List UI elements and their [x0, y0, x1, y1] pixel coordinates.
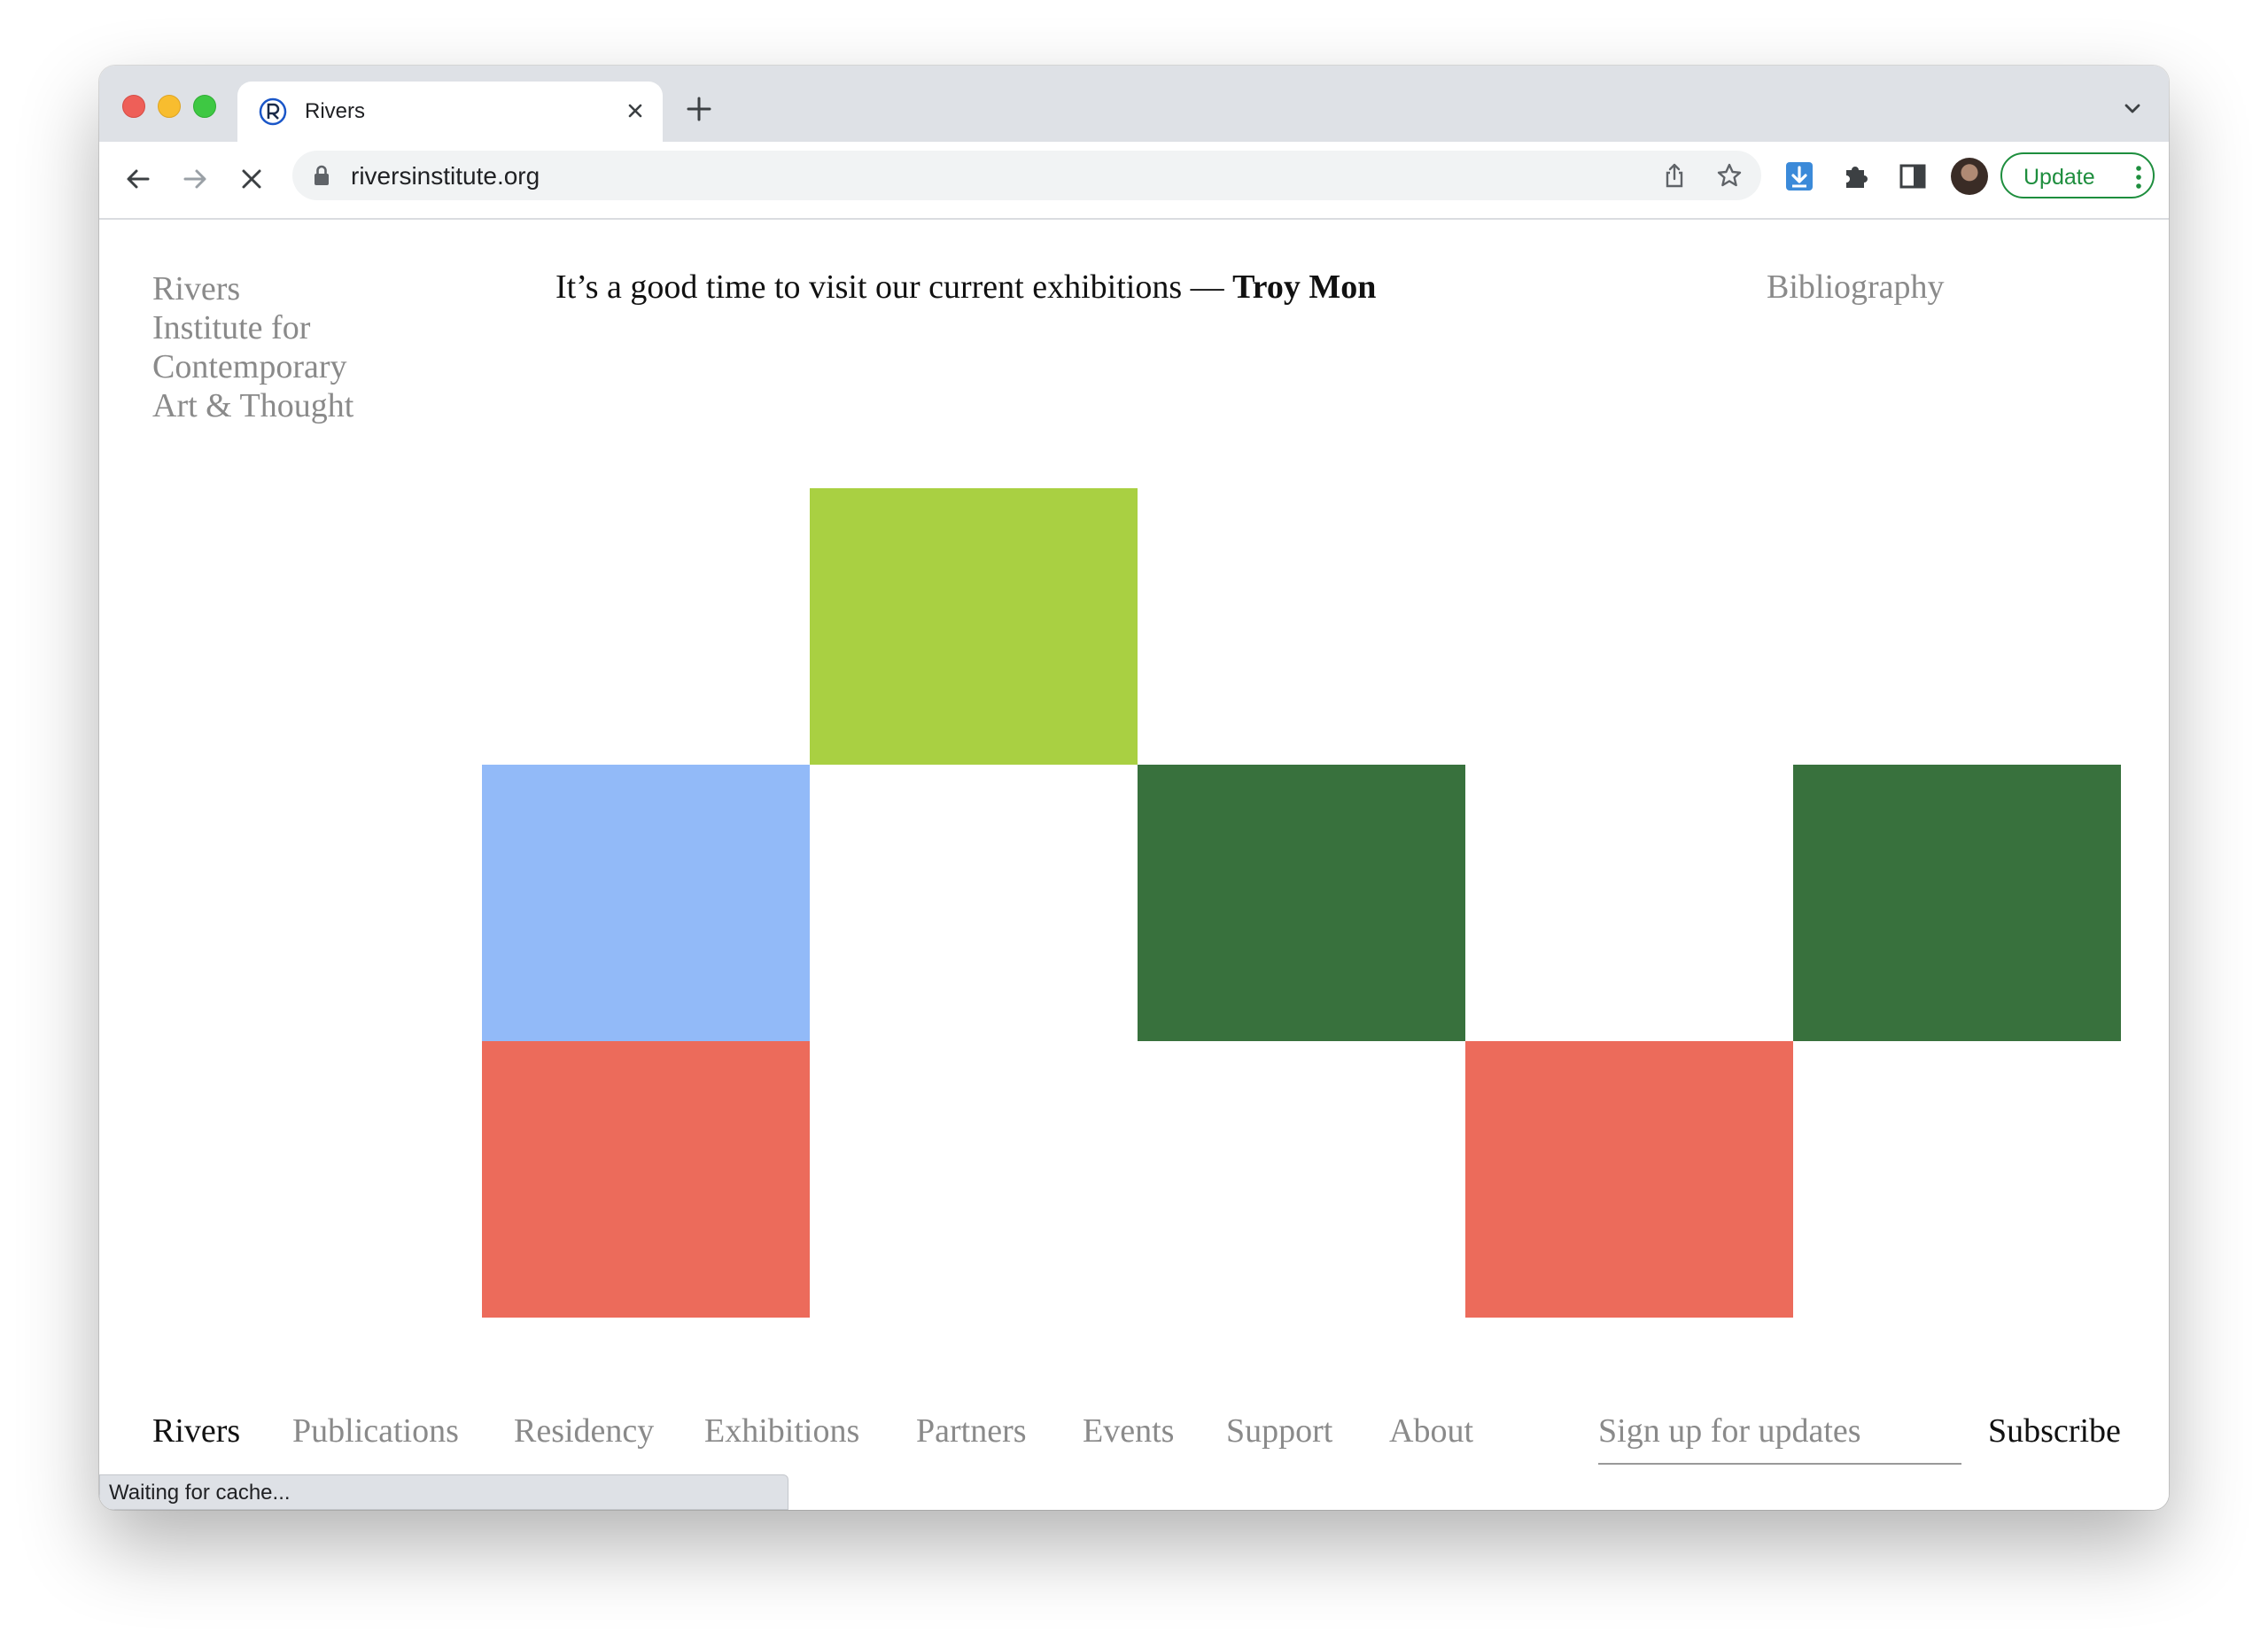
nav-item-publications[interactable]: Publications	[292, 1412, 459, 1450]
new-tab-icon[interactable]	[684, 94, 714, 124]
update-label: Update	[2023, 165, 2095, 190]
signup-email-input[interactable]: Sign up for updates	[1598, 1412, 1961, 1465]
dark-green-block[interactable]	[1138, 765, 1465, 1041]
subscribe-button[interactable]: Subscribe	[1988, 1412, 2121, 1450]
address-bar[interactable]: riversinstitute.org	[292, 151, 1761, 200]
bookmark-star-icon[interactable]	[1715, 161, 1744, 190]
lime-block[interactable]	[810, 488, 1138, 765]
maximize-window-button[interactable]	[193, 95, 216, 118]
nav-item-partners[interactable]: Partners	[916, 1412, 1027, 1450]
headline[interactable]: It’s a good time to visit our current ex…	[555, 268, 1376, 307]
url-text[interactable]: riversinstitute.org	[351, 162, 540, 191]
coral-block[interactable]	[1465, 1041, 1793, 1318]
close-window-button[interactable]	[122, 95, 145, 118]
logo-line: Art & Thought	[152, 387, 354, 424]
nav-item-exhibitions[interactable]: Exhibitions	[704, 1412, 859, 1450]
dark-green-block[interactable]	[1793, 765, 2121, 1041]
nav-item-support[interactable]: Support	[1226, 1412, 1332, 1450]
nav-item-about[interactable]: About	[1389, 1412, 1473, 1450]
lock-icon[interactable]	[310, 163, 333, 188]
logo-line: Institute for	[152, 309, 311, 346]
update-button[interactable]: Update	[2000, 152, 2155, 198]
minimize-window-button[interactable]	[158, 95, 181, 118]
site-logo[interactable]: Rivers Institute for Contemporary Art & …	[152, 269, 400, 425]
status-bar: Waiting for cache...	[99, 1474, 788, 1510]
web-page: Rivers Institute for Contemporary Art & …	[99, 220, 2169, 1510]
tab-search-chevron-icon[interactable]	[2119, 97, 2146, 121]
more-menu-icon[interactable]	[2135, 165, 2142, 190]
rivers-favicon-icon	[259, 97, 287, 126]
signup-placeholder: Sign up for updates	[1598, 1412, 1861, 1450]
nav-item-rivers[interactable]: Rivers	[152, 1412, 240, 1450]
stop-loading-icon[interactable]	[234, 161, 269, 197]
tab-title: Rivers	[305, 99, 366, 123]
light-blue-block[interactable]	[482, 765, 810, 1041]
bibliography-link[interactable]: Bibliography	[1767, 268, 1945, 307]
coral-block[interactable]	[482, 1041, 810, 1318]
logo-line: Rivers	[152, 270, 241, 307]
headline-artist-name[interactable]: Troy Mon	[1232, 268, 1376, 306]
footer-nav: Rivers Publications Residency Exhibition…	[99, 1412, 2169, 1474]
share-icon[interactable]	[1660, 161, 1689, 190]
headline-text: It’s a good time to visit our current ex…	[555, 268, 1233, 306]
browser-window: Rivers riversinstitute.org Update Rivers…	[99, 66, 2169, 1510]
close-tab-icon[interactable]	[622, 97, 649, 124]
tab-strip: Rivers	[99, 66, 2169, 142]
side-panel-icon[interactable]	[1896, 159, 1930, 193]
nav-item-residency[interactable]: Residency	[514, 1412, 654, 1450]
nav-item-events[interactable]: Events	[1083, 1412, 1174, 1450]
download-extension-icon[interactable]	[1783, 159, 1816, 193]
forward-arrow-icon[interactable]	[177, 161, 213, 197]
back-arrow-icon[interactable]	[120, 161, 156, 197]
logo-line: Contemporary	[152, 348, 347, 385]
status-text: Waiting for cache...	[109, 1481, 291, 1505]
profile-avatar[interactable]	[1951, 158, 1988, 195]
active-tab[interactable]: Rivers	[237, 82, 663, 142]
browser-toolbar: riversinstitute.org Update	[99, 142, 2169, 220]
extensions-puzzle-icon[interactable]	[1839, 159, 1873, 193]
